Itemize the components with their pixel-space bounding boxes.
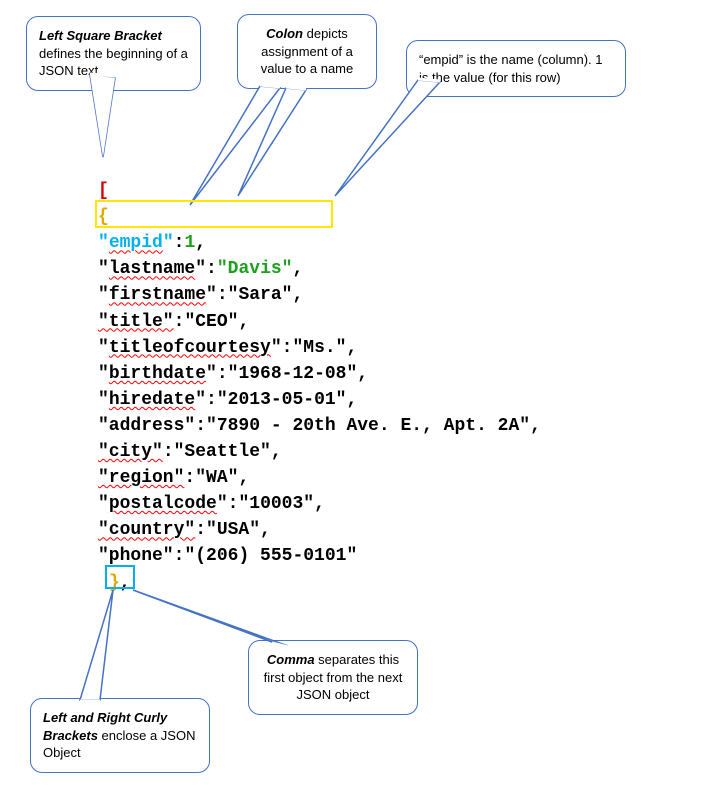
key-hd: hiredate [109,390,195,410]
comma-0: , [195,233,206,253]
val-phone: "(206) 555-0101" [184,546,357,566]
key-empid-q2: " [163,233,174,253]
key-city: "city" [98,442,163,462]
key-empid-q1: " [98,233,109,253]
comma-2: , [292,285,303,305]
callout-colon-bold: Colon [266,26,303,41]
callout-left-bracket-bold: Left Square Bracket [39,28,162,43]
key-addr: "address" [98,416,195,436]
colon-10: : [228,494,239,514]
val-addr: "7890 - 20th Ave. E., Apt. 2A" [206,416,530,436]
comma-11: , [260,520,271,540]
val-pc: "10003" [238,494,314,514]
val-bd: "1968-12-08" [228,364,358,384]
callout-empid-text: “empid” is the name (column). 1 is the v… [419,52,603,85]
val-hd: "2013-05-01" [217,390,347,410]
key-lastname: lastname [109,259,195,279]
val-toc: "Ms." [292,338,346,358]
key-hd-q1: " [98,390,109,410]
open-square-bracket: [ [98,181,109,201]
key-phone: "phone" [98,546,174,566]
key-bd: birthdate [109,364,206,384]
key-empid: empid [109,233,163,253]
callout-left-bracket-rest: defines the beginning of a JSON text [39,46,188,79]
comma-3: , [238,312,249,332]
comma-8: , [271,442,282,462]
key-firstname: firstname [109,285,206,305]
val-country: "USA" [206,520,260,540]
colon-3: : [174,312,185,332]
key-pc-q1: " [98,494,109,514]
callout-comma: Comma separates this first object from t… [248,640,418,715]
key-pc-q2: " [217,494,228,514]
callout-curly: Left and Right Curly Brackets enclose a … [30,698,210,773]
comma-7: , [530,416,541,436]
key-lastname-q2: " [195,259,206,279]
key-lastname-q1: " [98,259,109,279]
key-toc: titleofcourtesy [109,338,271,358]
colon-6: : [206,390,217,410]
colon-4: : [282,338,293,358]
colon-8: : [163,442,174,462]
colon-1: : [206,259,217,279]
comma-1: , [292,259,303,279]
callout-empid: “empid” is the name (column). 1 is the v… [406,40,626,97]
colon-7: : [195,416,206,436]
key-firstname-q1: " [98,285,109,305]
key-hd-q2: " [195,390,206,410]
colon-9: : [184,468,195,488]
key-region: "region" [98,468,184,488]
val-title: "CEO" [184,312,238,332]
comma-4: , [346,338,357,358]
key-toc-q1: " [98,338,109,358]
comma-5: , [357,364,368,384]
val-empid: 1 [184,233,195,253]
callout-colon: Colon depicts assignment of a value to a… [237,14,377,89]
key-country: "country" [98,520,195,540]
callout-left-bracket: Left Square Bracket defines the beginnin… [26,16,201,91]
comma-10: , [314,494,325,514]
highlight-box-empid [95,200,333,228]
callout-comma-bold: Comma [267,652,315,667]
val-lastname: "Davis" [217,259,293,279]
colon-12: : [174,546,185,566]
key-toc-q2: " [271,338,282,358]
key-bd-q1: " [98,364,109,384]
key-pc: postalcode [109,494,217,514]
colon-empid: : [174,233,185,253]
highlight-box-closing [105,565,135,589]
key-bd-q2: " [206,364,217,384]
key-title: "title" [98,312,174,332]
colon-11: : [195,520,206,540]
colon-2: : [217,285,228,305]
comma-6: , [346,390,357,410]
val-firstname: "Sara" [228,285,293,305]
key-firstname-q2: " [206,285,217,305]
comma-9: , [238,468,249,488]
colon-5: : [217,364,228,384]
val-city: "Seattle" [174,442,271,462]
val-region: "WA" [195,468,238,488]
